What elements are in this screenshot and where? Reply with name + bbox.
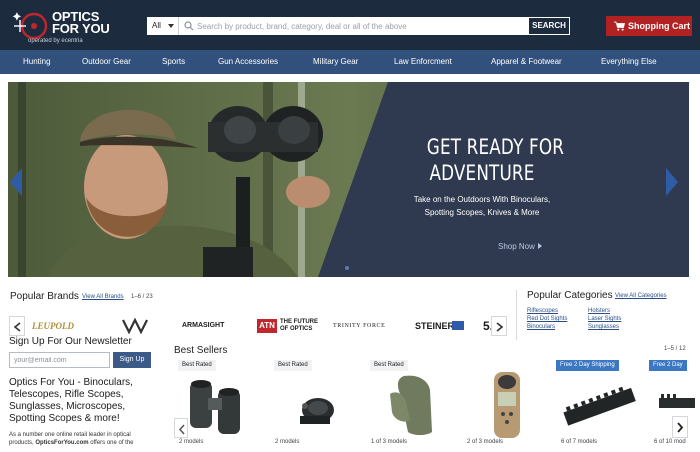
product-card[interactable]: Best Rated 2 models — [270, 358, 358, 452]
nav-item-military-gear[interactable]: Military Gear — [313, 50, 358, 74]
nav-item-sports[interactable]: Sports — [162, 50, 185, 74]
handguard-rail-icon — [563, 386, 636, 426]
best-sellers-prev-button[interactable] — [174, 418, 188, 438]
hero-dot-active[interactable] — [345, 266, 349, 270]
product-models-count: 2 of 3 models — [467, 439, 504, 445]
category-link-binoculars[interactable]: Binoculars — [527, 324, 555, 330]
brand-armasight[interactable]: ARMASIGHT — [182, 318, 224, 334]
site-logo[interactable]: OPTICS FOR YOU operated by ecentria — [12, 6, 132, 46]
brand-trinity-force[interactable]: TRINITY FORCE — [333, 318, 385, 334]
search-input[interactable] — [197, 17, 527, 35]
site-header: OPTICS FOR YOU operated by ecentria All … — [0, 0, 700, 50]
newsletter-title: Sign Up For Our Newsletter — [9, 336, 132, 347]
product-models-count: 6 of 10 mod — [654, 439, 686, 445]
product-card[interactable]: 2 of 3 models — [462, 358, 550, 452]
category-link-red-dot-sights[interactable]: Red Dot Sights — [527, 316, 567, 322]
nav-item-hunting[interactable]: Hunting — [23, 50, 51, 74]
category-nav: Hunting Outdoor Gear Sports Gun Accessor… — [0, 50, 700, 74]
hero-prev-arrow-icon[interactable] — [10, 168, 24, 196]
hero-shop-now-link[interactable]: Shop Now — [498, 242, 542, 251]
hero-headline: GET READY FOR ADVENTURE — [426, 135, 565, 185]
cart-icon — [614, 21, 625, 31]
weather-meter-icon — [494, 372, 520, 438]
chevron-left-icon — [178, 424, 185, 435]
category-link-riflescopes[interactable]: Riflescopes — [527, 308, 558, 314]
product-models-count: 2 models — [179, 439, 204, 445]
newsletter-email-field[interactable] — [9, 352, 110, 368]
search-category-select[interactable]: All — [147, 17, 179, 35]
popular-categories-title: Popular Categories — [527, 290, 613, 301]
view-all-categories-link[interactable]: View All Categories — [615, 293, 667, 299]
search-category-value: All — [152, 21, 161, 30]
product-card[interactable]: Best Rated 1 of 3 models — [366, 358, 454, 452]
intro-paragraph: As a number one online retail leader in … — [9, 432, 134, 446]
rail-part-icon — [659, 394, 695, 408]
brands-prev-button[interactable] — [9, 316, 25, 336]
category-link-laser-sights[interactable]: Laser Sights — [588, 316, 621, 322]
newsletter-signup-button[interactable]: Sign Up — [113, 352, 151, 368]
search-bar: All SEARCH — [146, 16, 571, 36]
product-models-count: 6 of 7 models — [561, 439, 598, 445]
logo-title: OPTICS FOR YOU — [52, 9, 110, 36]
vortex-logo-icon[interactable] — [122, 318, 148, 334]
caret-right-icon — [537, 243, 542, 249]
free-shipping-badge: Free 2 Day — [649, 360, 687, 371]
shopping-cart-label: Shopping Cart — [628, 21, 690, 31]
categories-divider — [516, 290, 517, 340]
intro-heading: Optics For You - Binoculars, Telescopes,… — [9, 377, 133, 424]
product-card[interactable]: Free 2 Day Shipping 6 of 7 models — [556, 358, 644, 452]
chevron-down-icon — [168, 24, 174, 28]
best-sellers-next-button[interactable] — [672, 416, 688, 438]
nav-item-gun-accessories[interactable]: Gun Accessories — [218, 50, 278, 74]
hero-next-arrow-icon[interactable] — [664, 168, 678, 196]
search-button[interactable]: SEARCH — [528, 17, 570, 35]
logo-subtitle: operated by ecentria — [28, 38, 83, 44]
brand-leupold[interactable]: LEUPOLD — [32, 318, 74, 334]
nav-item-everything-else[interactable]: Everything Else — [601, 50, 657, 74]
steiner-flag-icon — [452, 321, 464, 330]
view-all-brands-link[interactable]: View All Brands — [82, 294, 124, 300]
scope-mount-icon — [300, 398, 334, 424]
best-sellers-title: Best Sellers — [174, 345, 228, 356]
best-rated-badge: Best Rated — [370, 360, 408, 371]
shopping-cart-button[interactable]: Shopping Cart — [606, 16, 692, 36]
nav-item-outdoor-gear[interactable]: Outdoor Gear — [82, 50, 131, 74]
best-rated-badge: Best Rated — [274, 360, 312, 371]
best-sellers-count: 1–5 / 12 — [664, 346, 686, 352]
hero-banner[interactable]: GET READY FOR ADVENTURE Take on the Outd… — [8, 82, 689, 277]
nav-item-apparel-footwear[interactable]: Apparel & Footwear — [491, 50, 562, 74]
chevron-right-icon — [496, 322, 503, 332]
free-shipping-badge: Free 2 Day Shipping — [556, 360, 619, 371]
brands-next-button[interactable] — [491, 316, 507, 336]
product-models-count: 1 of 3 models — [371, 439, 408, 445]
brand-future-of-optics[interactable]: ATN THE FUTURE OF OPTICS — [257, 318, 319, 334]
binoculars-icon — [190, 380, 240, 434]
hero-subtitle: Take on the Outdoors With Binoculars, Sp… — [413, 195, 551, 217]
nav-item-law-enforcement[interactable]: Law Enforcment — [394, 50, 452, 74]
hero-pagination-dots — [343, 266, 351, 270]
chevron-left-icon — [14, 322, 21, 332]
brand-steiner[interactable]: STEINER — [415, 318, 454, 334]
brands-count: 1–6 / 23 — [131, 294, 153, 300]
category-link-sunglasses[interactable]: Sunglasses — [588, 324, 619, 330]
product-models-count: 2 models — [275, 439, 300, 445]
pistol-grip-icon — [390, 375, 432, 435]
search-icon — [184, 21, 194, 31]
popular-brands-title: Popular Brands — [10, 291, 79, 302]
best-rated-badge: Best Rated — [178, 360, 216, 371]
category-link-holsters[interactable]: Holsters — [588, 308, 610, 314]
chevron-right-icon — [677, 422, 684, 433]
atn-logo-icon: ATN — [257, 319, 277, 333]
